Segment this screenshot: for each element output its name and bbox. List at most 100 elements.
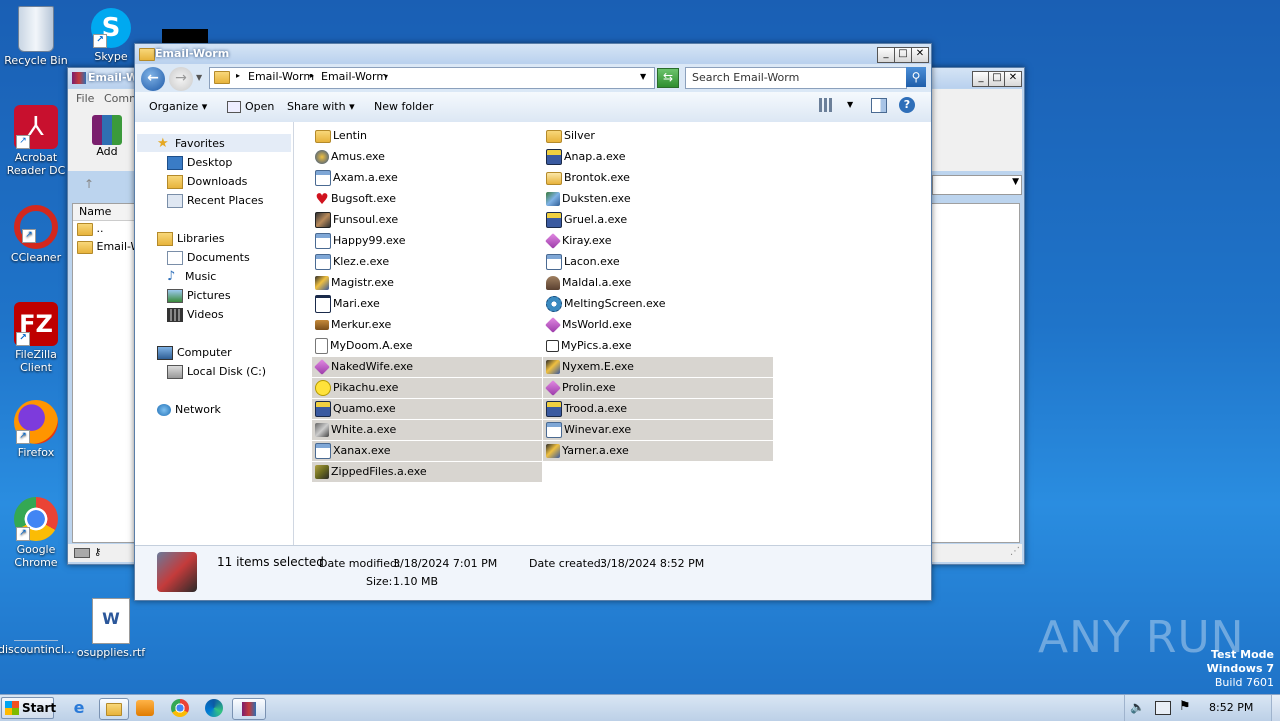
edge-taskbar-icon[interactable]	[205, 699, 223, 717]
nav-music[interactable]: ♪ Music	[167, 270, 216, 283]
explorer-window[interactable]: Email-Worm _ □ ✕ ← → ▼ ▸ Email-Worm ▸ Em…	[134, 43, 932, 601]
file-item[interactable]: ZippedFiles.a.exe	[312, 462, 542, 482]
network-tray-icon[interactable]	[1155, 701, 1171, 715]
close-button[interactable]: ✕	[1004, 71, 1022, 87]
resize-grip-icon[interactable]: ⋰	[1010, 546, 1020, 557]
add-button[interactable]: Add	[90, 115, 124, 158]
desktop-icon-firefox[interactable]: ↗ Firefox	[0, 400, 74, 459]
file-item[interactable]: White.a.exe	[312, 420, 542, 440]
nav-desktop[interactable]: Desktop	[167, 156, 232, 170]
file-item[interactable]: Klez.e.exe	[312, 252, 542, 272]
address-dropdown-icon[interactable]: ▼	[640, 72, 646, 81]
show-desktop-button[interactable]	[1271, 695, 1280, 721]
desktop-icon-acrobat[interactable]: ⅄ ↗ Acrobat Reader DC	[0, 105, 74, 177]
file-item[interactable]: Mari.exe	[312, 294, 542, 314]
close-button[interactable]: ✕	[911, 47, 929, 63]
nav-videos[interactable]: Videos	[167, 308, 224, 322]
up-arrow-icon[interactable]: ↑	[84, 177, 94, 191]
file-item[interactable]: Quamo.exe	[312, 399, 542, 419]
help-icon[interactable]: ?	[899, 97, 915, 113]
column-header-name[interactable]: Name	[73, 204, 140, 221]
file-item[interactable]: MeltingScreen.exe	[543, 294, 773, 314]
breadcrumb-item[interactable]: Email-Worm	[248, 70, 314, 83]
file-item[interactable]: Yarner.a.exe	[543, 441, 773, 461]
list-item[interactable]: Email-W	[77, 240, 141, 254]
breadcrumb-arrow-icon[interactable]: ▸	[236, 71, 240, 80]
view-chevron-icon[interactable]: ▼	[847, 100, 853, 109]
file-item[interactable]: Maldal.a.exe	[543, 273, 773, 293]
preview-pane-icon[interactable]	[871, 98, 887, 113]
organize-button[interactable]: Organize ▾	[149, 100, 207, 113]
nav-favorites[interactable]: ★ Favorites	[157, 137, 225, 150]
back-button[interactable]: ←	[141, 67, 165, 91]
nav-pictures[interactable]: Pictures	[167, 289, 231, 303]
share-with-button[interactable]: Share with ▾	[287, 100, 355, 113]
file-item[interactable]: ♥ Bugsoft.exe	[312, 189, 542, 209]
file-item[interactable]: Silver	[543, 126, 773, 146]
nav-recent-places[interactable]: Recent Places	[167, 194, 264, 208]
breadcrumb-arrow-icon[interactable]: ▾	[384, 72, 388, 81]
desktop-icon-osupplies[interactable]: W osupplies.rtf	[73, 598, 149, 659]
desktop-icon-recycle-bin[interactable]: Recycle Bin	[0, 6, 74, 67]
explorer-taskbar-icon[interactable]	[99, 698, 129, 720]
search-icon[interactable]: ⚲	[906, 67, 926, 87]
clock[interactable]: 8:52 PM	[1209, 701, 1253, 714]
nav-downloads[interactable]: Downloads	[167, 175, 247, 189]
nav-local-disk[interactable]: Local Disk (C:)	[167, 365, 266, 379]
nav-computer[interactable]: Computer	[157, 346, 232, 360]
file-item[interactable]: Amus.exe	[312, 147, 542, 167]
new-folder-button[interactable]: New folder	[374, 100, 433, 113]
winrar-taskbar-icon[interactable]	[232, 698, 266, 720]
file-item[interactable]: Magistr.exe	[312, 273, 542, 293]
start-button[interactable]: Start	[1, 697, 56, 719]
desktop-icon-ccleaner[interactable]: ↗ CCleaner	[0, 205, 74, 264]
nav-libraries[interactable]: Libraries	[157, 232, 225, 246]
volume-icon[interactable]: 🔈	[1130, 700, 1145, 714]
address-bar[interactable]: ▸ Email-Worm ▸ Email-Worm ▾ ▼	[209, 67, 655, 89]
file-item[interactable]: NakedWife.exe	[312, 357, 542, 377]
open-button[interactable]: Open	[227, 100, 274, 113]
explorer-titlebar[interactable]: Email-Worm _ □ ✕	[135, 44, 931, 64]
file-item[interactable]: MsWorld.exe	[543, 315, 773, 335]
file-item[interactable]: Trood.a.exe	[543, 399, 773, 419]
desktop-icon-chrome[interactable]: ↗ Google Chrome	[0, 497, 74, 569]
file-item[interactable]: Axam.a.exe	[312, 168, 542, 188]
internet-explorer-icon[interactable]: e	[68, 698, 90, 718]
file-item[interactable]: Brontok.exe	[543, 168, 773, 188]
view-options-icon[interactable]	[819, 98, 833, 112]
desktop-icon-discount[interactable]: discountincl...	[0, 600, 74, 656]
search-input[interactable]: Search Email-Worm	[685, 67, 907, 89]
nav-network[interactable]: Network	[157, 403, 221, 416]
list-item[interactable]: ..	[77, 222, 104, 236]
file-item[interactable]: Winevar.exe	[543, 420, 773, 440]
file-item[interactable]: MyPics.a.exe	[543, 336, 773, 356]
file-item[interactable]: Lentin	[312, 126, 542, 146]
menu-file[interactable]: File	[76, 92, 94, 105]
file-item[interactable]: Lacon.exe	[543, 252, 773, 272]
file-item[interactable]: Pikachu.exe	[312, 378, 542, 398]
file-item[interactable]: Gruel.a.exe	[543, 210, 773, 230]
maximize-button[interactable]: □	[894, 47, 912, 63]
bg-address-dropdown[interactable]: ▼	[932, 175, 1022, 195]
breadcrumb-item[interactable]: Email-Worm	[321, 70, 387, 83]
minimize-button[interactable]: _	[877, 47, 895, 63]
file-item[interactable]: Happy99.exe	[312, 231, 542, 251]
file-item[interactable]: Duksten.exe	[543, 189, 773, 209]
media-player-icon[interactable]	[136, 700, 154, 716]
file-item[interactable]: Kiray.exe	[543, 231, 773, 251]
desktop-icon-filezilla[interactable]: FZ ↗ FileZilla Client	[0, 302, 74, 374]
history-chevron-icon[interactable]: ▼	[196, 73, 202, 82]
file-item[interactable]: Xanax.exe	[312, 441, 542, 461]
file-item[interactable]: Anap.a.exe	[543, 147, 773, 167]
file-item[interactable]: Prolin.exe	[543, 378, 773, 398]
nav-documents[interactable]: Documents	[167, 251, 250, 265]
file-item[interactable]: Merkur.exe	[312, 315, 542, 335]
file-item[interactable]: Funsoul.exe	[312, 210, 542, 230]
breadcrumb-arrow-icon[interactable]: ▸	[310, 71, 314, 80]
chrome-taskbar-icon[interactable]	[171, 699, 189, 717]
refresh-button[interactable]: ⇆	[657, 68, 679, 88]
forward-button[interactable]: →	[169, 67, 193, 91]
file-item[interactable]: Nyxem.E.exe	[543, 357, 773, 377]
file-item[interactable]: MyDoom.A.exe	[312, 336, 542, 356]
action-center-flag-icon[interactable]: ⚑	[1179, 699, 1191, 714]
